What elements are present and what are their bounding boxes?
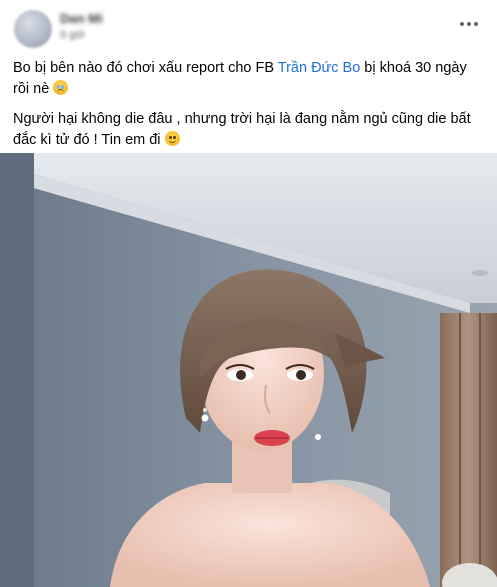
- post-paragraph-2: Người hại không die đâu , nhưng trời hại…: [13, 109, 483, 151]
- post-text: Bo bị bên nào đó chơi xấu report cho FB …: [13, 58, 483, 160]
- more-dot-icon: [460, 22, 464, 26]
- post-text-segment: Người hại không die đâu , nhưng trời hại…: [13, 111, 471, 148]
- post-text-segment: Bo bị bên nào đó chơi xấu report cho FB: [13, 60, 278, 76]
- tagged-user-link[interactable]: Trần Đức Bo: [278, 60, 361, 76]
- post-paragraph-1: Bo bị bên nào đó chơi xấu report cho FB …: [13, 58, 483, 100]
- post-photo[interactable]: [0, 153, 497, 587]
- crying-face-icon: [53, 80, 69, 95]
- facebook-post: Dan Mi 9 giờ Bo bị bên nào đó chơi xấu r…: [0, 0, 497, 587]
- author-name[interactable]: Dan Mi: [60, 11, 103, 26]
- post-header: Dan Mi 9 giờ: [0, 0, 497, 52]
- smiling-face-icon: [164, 131, 180, 146]
- photo-illustration: [0, 153, 497, 587]
- more-dot-icon: [467, 22, 471, 26]
- post-timestamp[interactable]: 9 giờ: [60, 29, 85, 41]
- more-options-button[interactable]: [455, 14, 483, 34]
- more-dot-icon: [474, 22, 478, 26]
- author-avatar[interactable]: [14, 10, 52, 48]
